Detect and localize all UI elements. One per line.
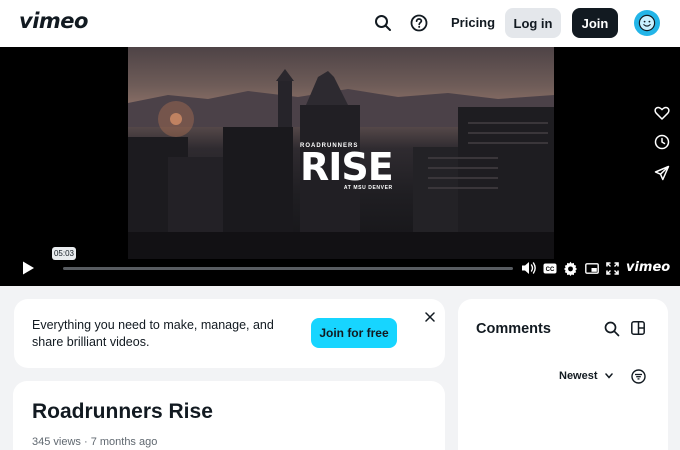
clock-icon[interactable] [652,132,672,152]
video-info-card: Roadrunners Rise 345 views · 7 months ag… [13,381,445,450]
join-button[interactable]: Join [572,8,618,38]
comments-panel: Comments Newest [458,299,668,450]
sort-dropdown[interactable]: Newest [559,370,613,382]
promo-text: Everything you need to make, manage, and… [32,318,274,349]
volume-icon[interactable] [521,260,537,276]
comments-title: Comments [476,321,551,337]
sort-label: Newest [559,370,598,382]
comments-search-icon[interactable] [604,321,620,337]
close-icon[interactable] [423,310,437,324]
fullscreen-icon[interactable] [606,260,619,276]
heart-icon[interactable] [652,103,672,123]
smiley-avatar-icon[interactable] [634,10,660,36]
hover-time-tooltip: 05:03 [52,247,76,260]
search-icon[interactable] [372,12,394,34]
cc-icon[interactable]: CC [543,260,557,276]
send-icon[interactable] [652,163,672,183]
filter-icon[interactable] [631,369,646,384]
svg-text:CC: CC [546,267,555,273]
vimeo-logo[interactable]: vimeo [19,9,88,33]
video-title: Roadrunners Rise [32,400,213,423]
pricing-link[interactable]: Pricing [451,15,495,30]
pip-icon[interactable] [585,260,599,276]
help-icon[interactable] [408,12,430,34]
progress-bar[interactable] [63,267,513,270]
join-for-free-button[interactable]: Join for free [311,318,397,348]
chevron-down-icon [604,370,613,382]
login-button[interactable]: Log in [505,8,561,38]
video-frame[interactable]: ROADRUNNERS RISE AT MSU DENVER [128,47,554,259]
site-header: vimeo Pricing Log in Join [0,0,680,47]
video-player[interactable]: ROADRUNNERS RISE AT MSU DENVER 05:03 CC … [0,47,680,286]
video-meta: 345 views · 7 months ago [32,436,158,448]
side-panel-icon[interactable] [631,321,645,335]
roadrunners-rise-logo: ROADRUNNERS RISE AT MSU DENVER [300,143,394,191]
play-icon[interactable] [20,260,36,276]
vimeo-player-logo[interactable]: vimeo [626,260,670,275]
promo-banner: Everything you need to make, manage, and… [14,299,445,368]
gear-icon[interactable] [563,260,578,276]
